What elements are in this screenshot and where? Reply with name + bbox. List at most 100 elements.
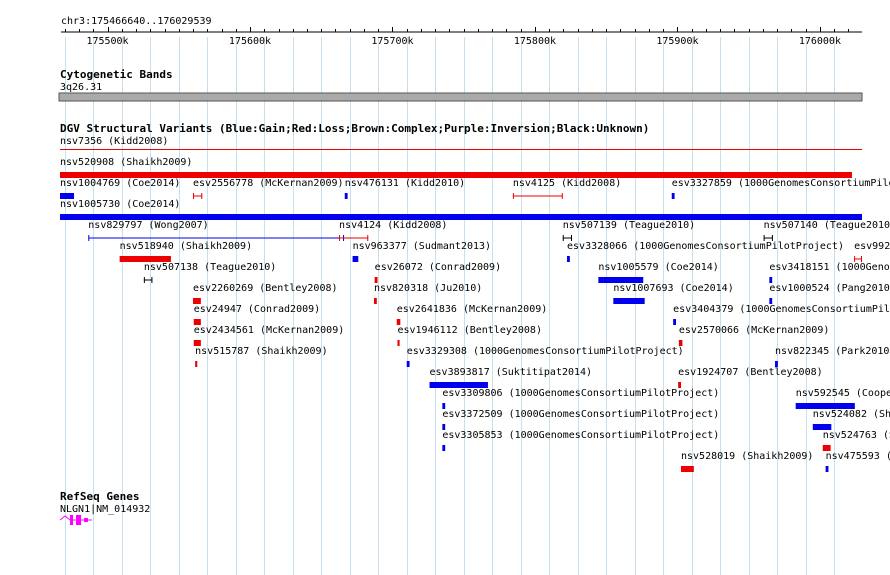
dgv-feature[interactable]: esv3309806 (1000GenomesConsortiumPilotPr… — [442, 388, 719, 409]
dgv-feature[interactable]: esv1000524 (Pang2010) — [769, 283, 890, 304]
genome-browser-viewer[interactable]: chr3:175466640..176029539 175500k 175600k… — [0, 0, 890, 575]
dgv-feature-bar[interactable] — [613, 298, 645, 304]
dgv-feature-label: nsv820318 (Ju2010) — [374, 283, 482, 294]
dgv-feature-label: esv3404379 (1000GenomesConsortiumPilotPr… — [673, 304, 890, 315]
dgv-feature[interactable]: esv2260269 (Bentley2008) — [193, 283, 338, 304]
cytoband-track-title: Cytogenetic Bands — [60, 68, 173, 81]
dgv-track[interactable]: DGV Structural Variants (Blue:Gain;Red:L… — [60, 122, 890, 472]
dgv-feature[interactable]: nsv822345 (Park2010) — [775, 346, 890, 367]
dgv-feature-label: esv2570066 (McKernan2009) — [679, 325, 830, 336]
dgv-feature[interactable]: nsv963377 (Sudmant2013) — [352, 241, 491, 262]
cytoband-band-label: 3q26.31 — [60, 82, 102, 93]
dgv-feature-label: nsv524082 (Shai — [813, 409, 890, 420]
dgv-feature-tick[interactable] — [673, 319, 677, 325]
dgv-features[interactable]: nsv7356 (Kidd2008) nsv520908 (Shaikh2009)… — [60, 136, 890, 472]
refseq-exon[interactable] — [76, 515, 81, 525]
refseq-exon[interactable] — [84, 518, 88, 522]
dgv-feature[interactable]: esv3372509 (1000GenomesConsortiumPilotPr… — [442, 409, 719, 430]
dgv-feature[interactable]: nsv524763 (Sha — [822, 430, 890, 451]
dgv-feature[interactable]: nsv1007693 (Coe2014) — [613, 283, 734, 304]
dgv-feature-label: esv3309806 (1000GenomesConsortiumPilotPr… — [442, 388, 719, 399]
refseq-track[interactable]: RefSeq Genes NLGN1|NM_014932 — [59, 490, 150, 525]
dgv-feature-label: nsv515787 (Shaikh2009) — [195, 346, 327, 357]
dgv-feature-label: esv3893817 (Suktitipat2014) — [430, 367, 593, 378]
dgv-feature-label: nsv1005579 (Coe2014) — [598, 262, 718, 273]
ruler-tick-label: 175700k — [371, 36, 413, 47]
dgv-feature-label: nsv476131 (Kidd2010) — [345, 178, 465, 189]
dgv-feature-tick[interactable] — [406, 361, 410, 367]
dgv-feature[interactable]: esv3329308 (1000GenomesConsortiumPilotPr… — [406, 346, 684, 367]
ruler-tick-label: 175900k — [656, 36, 698, 47]
dgv-feature[interactable]: nsv7356 (Kidd2008) — [60, 136, 862, 150]
ruler-ticks: 175500k 175600k 175700k 175800k 175900k 17600… — [65, 27, 849, 47]
dgv-feature-label: nsv7356 (Kidd2008) — [60, 136, 168, 147]
dgv-feature-label: esv3418151 (1000Genom — [769, 262, 890, 273]
dgv-feature-label: esv1946112 (Bentley2008) — [397, 325, 542, 336]
dgv-feature-label: esv2434561 (McKernan2009) — [194, 325, 345, 336]
dgv-feature[interactable]: esv26072 (Conrad2009) — [374, 262, 501, 283]
dgv-feature[interactable]: nsv1005579 (Coe2014) — [598, 262, 719, 283]
dgv-feature-tick[interactable] — [567, 256, 570, 262]
dgv-feature[interactable]: nsv1005730 (Coe2014) — [60, 199, 862, 220]
dgv-feature[interactable]: esv992452 — [854, 241, 890, 262]
dgv-feature[interactable]: esv3327859 (1000GenomesConsortiumPilotPr… — [671, 178, 890, 199]
ruler-tick-label: 175600k — [229, 36, 271, 47]
dgv-feature[interactable]: nsv518940 (Shaikh2009) — [119, 241, 252, 262]
dgv-track-title: DGV Structural Variants (Blue:Gain;Red:L… — [60, 122, 649, 135]
dgv-feature[interactable]: esv1924707 (Bentley2008) — [678, 367, 823, 388]
dgv-feature-label: nsv524763 (Sha — [823, 430, 890, 441]
dgv-feature[interactable]: nsv507139 (Teague2010) — [562, 220, 695, 241]
dgv-feature[interactable]: nsv475593 (Ki — [825, 451, 890, 472]
dgv-feature[interactable]: nsv4124 (Kidd2008) — [339, 220, 447, 241]
dgv-feature-tick[interactable] — [344, 193, 348, 199]
dgv-feature[interactable]: nsv507140 (Teague2010) — [763, 220, 890, 241]
ruler-track[interactable]: chr3:175466640..176029539 175500k 175600k… — [61, 16, 862, 47]
dgv-feature[interactable]: esv3404379 (1000GenomesConsortiumPilotPr… — [673, 304, 890, 325]
dgv-feature-label: esv1924707 (Bentley2008) — [678, 367, 823, 378]
coordinates-label: chr3:175466640..176029539 — [61, 16, 212, 27]
dgv-feature[interactable]: nsv829797 (Wong2007) — [88, 220, 345, 241]
dgv-feature-label: esv3328066 (1000GenomesConsortiumPilotPr… — [567, 241, 844, 252]
dgv-feature[interactable]: nsv4125 (Kidd2008) — [512, 178, 621, 199]
dgv-feature-bar[interactable] — [60, 149, 862, 150]
dgv-feature[interactable]: nsv507138 (Teague2010) — [143, 262, 276, 283]
dgv-feature[interactable]: esv3893817 (Suktitipat2014) — [429, 367, 593, 388]
dgv-feature-tick[interactable] — [442, 445, 446, 451]
refseq-exon[interactable] — [70, 515, 73, 525]
dgv-feature[interactable]: esv3305853 (1000GenomesConsortiumPilotPr… — [442, 430, 719, 451]
dgv-feature-bar[interactable] — [680, 466, 694, 472]
ruler-tick-label: 176000k — [799, 36, 841, 47]
dgv-feature-label: esv3372509 (1000GenomesConsortiumPilotPr… — [442, 409, 719, 420]
ruler-tick-label: 175800k — [514, 36, 556, 47]
dgv-feature-tick[interactable] — [195, 361, 198, 367]
dgv-feature-tick[interactable] — [671, 193, 675, 199]
dgv-feature[interactable]: esv24947 (Conrad2009) — [193, 304, 320, 325]
dgv-feature[interactable]: nsv592545 (Cooper2 — [795, 388, 890, 409]
dgv-feature[interactable]: esv3418151 (1000Genom — [769, 262, 890, 283]
dgv-feature-label: nsv507140 (Teague2010) — [764, 220, 890, 231]
dgv-feature-tick[interactable] — [825, 466, 829, 472]
dgv-feature[interactable]: nsv528019 (Shaikh2009) — [680, 451, 813, 472]
dgv-feature[interactable]: nsv476131 (Kidd2010) — [344, 178, 465, 199]
dgv-feature-bar[interactable] — [352, 256, 359, 262]
dgv-feature[interactable]: nsv520908 (Shaikh2009) — [60, 157, 852, 178]
dgv-feature-label: nsv507138 (Teague2010) — [144, 262, 276, 273]
dgv-feature-tick[interactable] — [397, 340, 400, 346]
dgv-feature-label: esv992452 — [854, 241, 890, 252]
dgv-feature[interactable]: nsv515787 (Shaikh2009) — [195, 346, 328, 367]
dgv-feature-tick[interactable] — [373, 298, 377, 304]
dgv-feature-label: nsv518940 (Shaikh2009) — [120, 241, 252, 252]
dgv-feature[interactable]: esv2556778 (McKernan2009) — [193, 178, 344, 199]
dgv-feature-label: esv26072 (Conrad2009) — [375, 262, 501, 273]
dgv-feature[interactable]: nsv820318 (Ju2010) — [373, 283, 482, 304]
dgv-feature-label: nsv1005730 (Coe2014) — [60, 199, 180, 210]
dgv-feature[interactable]: esv3328066 (1000GenomesConsortiumPilotPr… — [567, 241, 844, 262]
refseq-track-title: RefSeq Genes — [60, 490, 139, 503]
dgv-feature-label: esv3305853 (1000GenomesConsortiumPilotPr… — [442, 430, 719, 441]
dgv-feature[interactable]: nsv1004769 (Coe2014) — [60, 178, 180, 199]
dgv-feature[interactable]: nsv524082 (Shai — [812, 409, 890, 430]
cytoband-bar[interactable] — [58, 92, 863, 102]
dgv-feature[interactable]: esv2641836 (McKernan2009) — [396, 304, 548, 325]
dgv-feature[interactable]: esv1946112 (Bentley2008) — [397, 325, 542, 346]
refseq-gene-glyph[interactable] — [59, 515, 92, 525]
